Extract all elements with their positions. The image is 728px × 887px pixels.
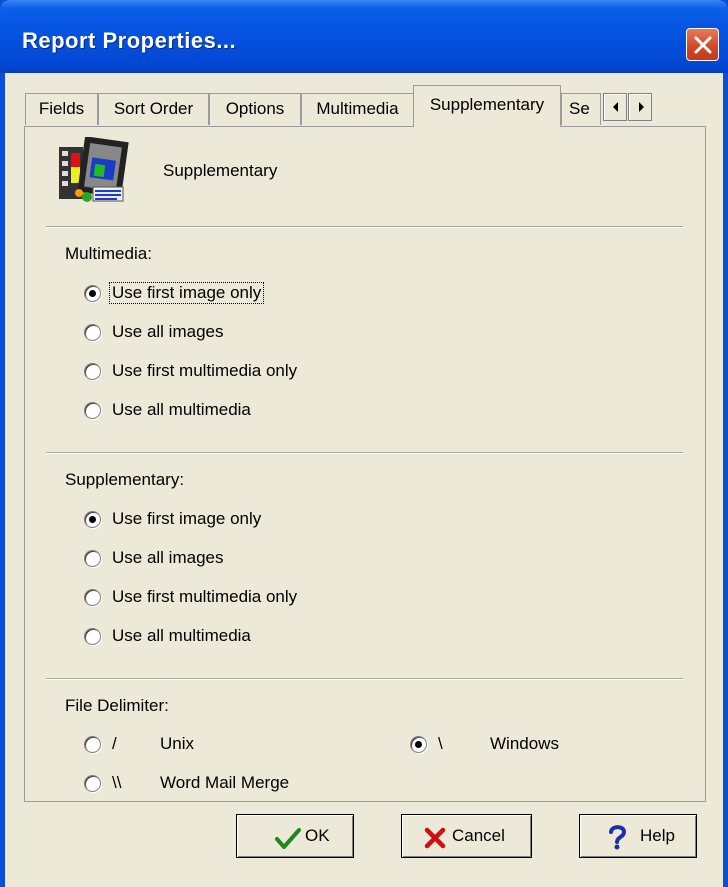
- radio-label: Use all multimedia: [112, 400, 251, 419]
- dialog-window: Report Properties... Fields Sort Order O…: [0, 0, 728, 887]
- multimedia-group-label: Multimedia:: [65, 244, 152, 263]
- ok-button[interactable]: OK: [236, 814, 354, 858]
- tab-scroll-right-button[interactable]: [628, 93, 652, 121]
- checkmark-icon: [275, 828, 301, 849]
- supplementary-group-label: Supplementary:: [65, 470, 185, 489]
- delimiter-word-mail-merge-radio[interactable]: \\ Word Mail Merge: [84, 773, 344, 799]
- radio-label: Use all images: [112, 548, 224, 567]
- delimiter-symbol: /: [112, 734, 117, 753]
- radio-button[interactable]: [84, 402, 101, 419]
- cancel-button[interactable]: Cancel: [401, 814, 532, 858]
- tab-supplementary[interactable]: Supplementary: [413, 85, 561, 127]
- ok-button-label: OK: [305, 826, 330, 845]
- radio-label: Use all images: [112, 322, 224, 341]
- radio-button[interactable]: [84, 550, 101, 567]
- radio-label: Use first image only: [108, 282, 265, 304]
- radio-button[interactable]: [84, 628, 101, 645]
- window-title: Report Properties...: [22, 28, 237, 53]
- tab-scroll-left-button[interactable]: [603, 93, 627, 121]
- delimiter-symbol: \: [438, 734, 443, 753]
- tab-more[interactable]: Se: [561, 93, 601, 125]
- delimiter-symbol: \\: [112, 773, 122, 792]
- radio-button[interactable]: [84, 363, 101, 380]
- arrow-left-icon: [613, 102, 618, 112]
- help-question-icon: [609, 825, 627, 850]
- film-report-icon: [59, 137, 129, 202]
- radio-label: Use all multimedia: [112, 626, 251, 645]
- radio-button[interactable]: [84, 285, 101, 302]
- radio-label: Windows: [490, 734, 559, 753]
- delimiter-unix-radio[interactable]: / Unix: [84, 734, 304, 760]
- file-delimiter-group-label: File Delimiter:: [65, 696, 169, 715]
- radio-button[interactable]: [84, 736, 101, 753]
- arrow-right-icon: [639, 102, 644, 112]
- separator: [46, 452, 683, 454]
- x-icon: [424, 827, 446, 849]
- tab-sort-order[interactable]: Sort Order: [98, 93, 209, 125]
- dialog-client: Fields Sort Order Options Multimedia Sup…: [5, 73, 723, 887]
- help-button-label: Help: [640, 826, 675, 845]
- delimiter-windows-radio[interactable]: \ Windows: [410, 734, 610, 760]
- radio-label: Unix: [160, 734, 195, 753]
- tab-multimedia[interactable]: Multimedia: [301, 93, 414, 125]
- radio-button[interactable]: [84, 511, 101, 528]
- radio-button[interactable]: [84, 324, 101, 341]
- tab-options[interactable]: Options: [209, 93, 301, 125]
- radio-label: Use first multimedia only: [112, 587, 298, 606]
- cancel-button-label: Cancel: [452, 826, 505, 845]
- radio-button[interactable]: [410, 736, 427, 753]
- close-icon: [694, 36, 712, 54]
- title-bar[interactable]: Report Properties...: [0, 0, 728, 73]
- separator: [46, 226, 683, 228]
- page-header-label: Supplementary: [163, 161, 278, 180]
- radio-button[interactable]: [84, 775, 101, 792]
- radio-label: Word Mail Merge: [160, 773, 290, 792]
- tab-strip: Fields Sort Order Options Multimedia Sup…: [25, 81, 705, 127]
- close-button[interactable]: [686, 28, 719, 61]
- radio-button[interactable]: [84, 589, 101, 606]
- tab-fields[interactable]: Fields: [25, 93, 98, 125]
- radio-label: Use first multimedia only: [112, 361, 298, 380]
- radio-label: Use first image only: [112, 509, 262, 528]
- separator: [46, 678, 683, 680]
- help-button[interactable]: Help: [579, 814, 697, 858]
